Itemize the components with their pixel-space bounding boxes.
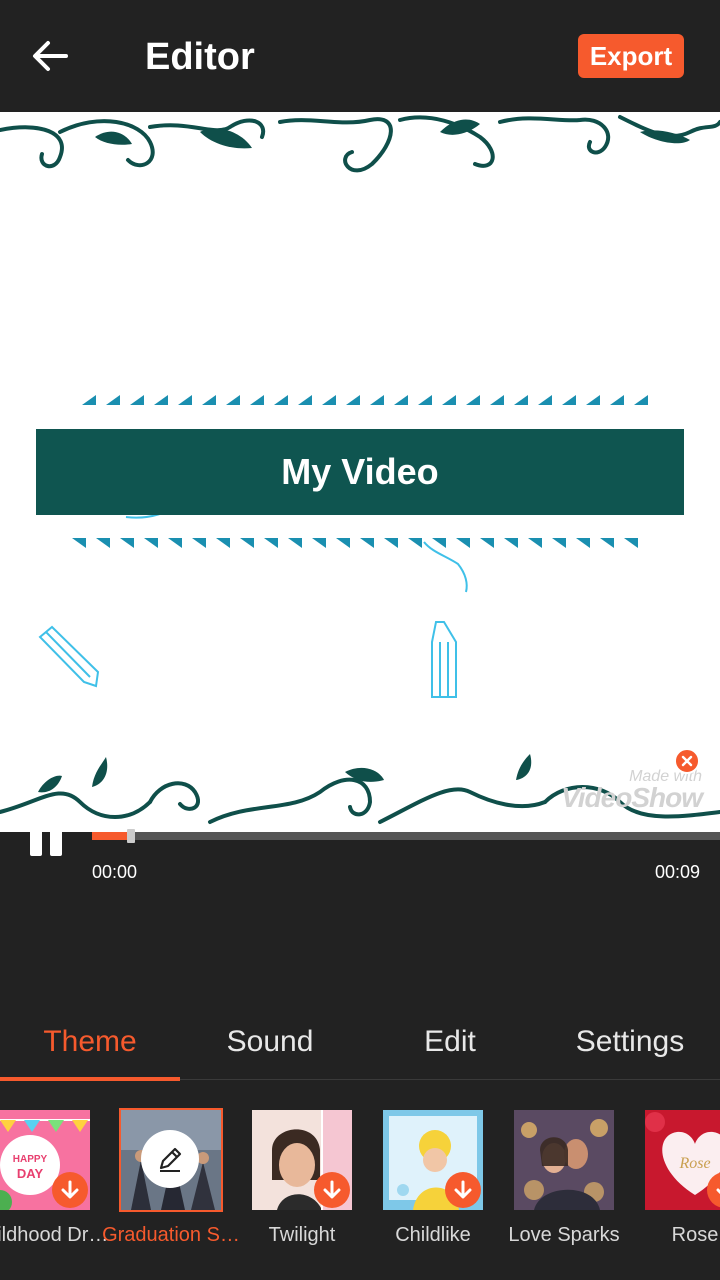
seek-progress <box>92 832 130 840</box>
pause-button[interactable] <box>24 814 68 858</box>
banner-title: My Video <box>281 451 439 492</box>
close-icon <box>681 755 693 767</box>
back-button[interactable] <box>28 36 72 76</box>
theme-thumbnail <box>514 1110 614 1210</box>
pause-icon <box>50 816 62 856</box>
download-button[interactable] <box>314 1172 350 1208</box>
remove-watermark-button[interactable] <box>674 748 700 774</box>
video-preview[interactable]: My Video Made with VideoShow <box>0 112 720 832</box>
theme-item-childlike[interactable]: Childlike <box>383 1110 483 1246</box>
export-button[interactable]: Export <box>578 34 684 78</box>
svg-text:HAPPY: HAPPY <box>13 1154 48 1165</box>
tab-sound[interactable]: Sound <box>180 1004 360 1080</box>
theme-label: Childlike <box>395 1224 471 1246</box>
svg-text:Rose: Rose <box>678 1155 710 1172</box>
theme-thumbnail <box>252 1110 352 1210</box>
tab-settings[interactable]: Settings <box>540 1004 720 1080</box>
current-time: 00:00 <box>92 862 138 882</box>
download-icon <box>454 1180 472 1199</box>
arrow-left-icon <box>33 41 68 71</box>
watermark: Made with VideoShow <box>532 768 703 814</box>
theme-item-love-sparks[interactable]: Love Sparks <box>508 1110 620 1246</box>
love-sparks-art <box>514 1110 614 1210</box>
download-icon <box>323 1180 341 1199</box>
top-bar: Editor Export <box>0 0 720 112</box>
theme-label: Childhood Dr… <box>0 1224 109 1246</box>
theme-item-childhood-dream[interactable]: HAPPY DAY Childhood Dr… <box>0 1110 108 1246</box>
watermark-brand: VideoShow <box>561 782 703 813</box>
theme-label: Graduation S… <box>102 1224 240 1246</box>
pause-icon <box>30 816 42 856</box>
seek-thumb[interactable] <box>127 829 135 843</box>
theme-thumbnail <box>119 1108 223 1212</box>
editor-tabs: Theme Sound Edit Settings <box>0 1004 720 1081</box>
theme-label: Twilight <box>268 1224 336 1246</box>
theme-list: HAPPY DAY Childhood Dr… <box>0 1108 720 1250</box>
tab-edit[interactable]: Edit <box>360 1004 540 1080</box>
download-icon <box>716 1188 720 1195</box>
pencil-icon <box>159 1147 182 1172</box>
total-time: 00:09 <box>654 862 700 882</box>
download-button[interactable] <box>445 1172 481 1208</box>
title-banner: My Video <box>36 429 684 515</box>
theme-thumbnail <box>383 1110 483 1210</box>
theme-item-twilight[interactable]: Twilight <box>252 1110 352 1246</box>
theme-item-rose[interactable]: Rose Rose <box>645 1110 720 1246</box>
theme-label: Rose <box>671 1224 719 1246</box>
download-button[interactable] <box>52 1172 88 1208</box>
theme-thumbnail: Rose <box>645 1110 720 1210</box>
theme-item-graduation[interactable]: Graduation S… <box>102 1108 240 1246</box>
edit-theme-button[interactable] <box>141 1130 199 1188</box>
seek-bar[interactable] <box>92 829 720 843</box>
download-icon <box>61 1180 79 1199</box>
theme-label: Love Sparks <box>508 1224 620 1246</box>
theme-thumbnail: HAPPY DAY <box>0 1110 90 1210</box>
svg-text:DAY: DAY <box>17 1166 44 1181</box>
page-title: Editor <box>145 36 255 78</box>
tab-theme[interactable]: Theme <box>0 1004 180 1081</box>
